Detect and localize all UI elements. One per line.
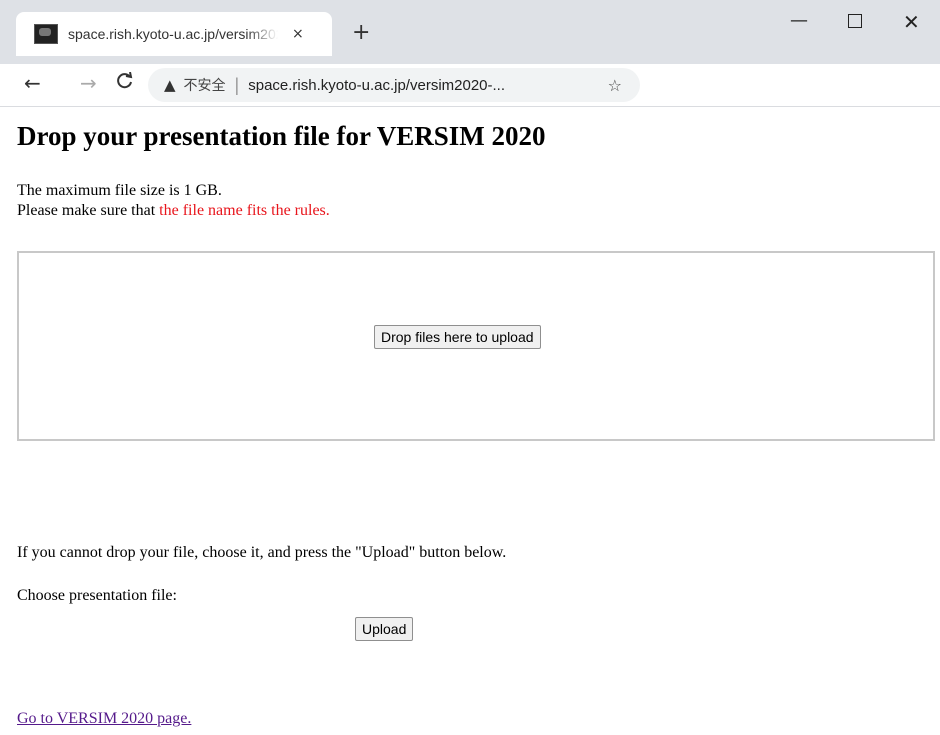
url-text[interactable]: space.rish.kyoto-u.ac.jp/versim2020-... (248, 77, 505, 94)
max-size-text: The maximum file size is 1 GB. (17, 182, 222, 199)
upload-info: The maximum file size is 1 GB. Please ma… (17, 181, 330, 221)
new-tab-icon[interactable]: + (352, 22, 370, 44)
rules-link[interactable]: the file name fits the rules. (159, 202, 330, 219)
rules-line: Please make sure that the file name fits… (17, 201, 330, 221)
upload-button[interactable]: Upload (355, 617, 414, 641)
choose-file-label: Choose presentation file: (17, 587, 177, 604)
fallback-instructions: If you cannot drop your file, choose it,… (17, 544, 507, 561)
back-icon[interactable]: ← (24, 72, 41, 94)
rules-prefix: Please make sure that (17, 202, 160, 219)
page-title: Drop your presentation file for VERSIM 2… (17, 121, 546, 151)
maximize-icon[interactable] (848, 14, 862, 28)
address-bar[interactable]: ▲ 不安全 | space.rish.kyoto-u.ac.jp/versim2… (148, 68, 640, 102)
minimize-icon[interactable]: — (790, 10, 808, 31)
close-window-icon[interactable]: ✕ (903, 10, 920, 34)
security-label[interactable]: 不安全 (184, 75, 226, 95)
reload-icon[interactable] (116, 71, 134, 94)
tab-close-icon[interactable]: × (292, 26, 304, 42)
star-icon[interactable]: ☆ (608, 76, 622, 95)
warning-triangle-icon[interactable]: ▲ (164, 76, 176, 94)
drop-zone[interactable]: Drop files here to upload (17, 251, 935, 441)
versim-page-link[interactable]: Go to VERSIM 2020 page. (17, 710, 191, 728)
site-favicon-icon (34, 24, 58, 44)
drop-files-button[interactable]: Drop files here to upload (374, 325, 541, 349)
title-bar: space.rish.kyoto-u.ac.jp/versim2020 × + … (0, 0, 940, 64)
tab-title: space.rish.kyoto-u.ac.jp/versim2020 (68, 26, 278, 42)
browser-tab[interactable]: space.rish.kyoto-u.ac.jp/versim2020 × (16, 12, 332, 56)
forward-icon[interactable]: → (80, 72, 97, 94)
address-separator: | (234, 74, 240, 95)
